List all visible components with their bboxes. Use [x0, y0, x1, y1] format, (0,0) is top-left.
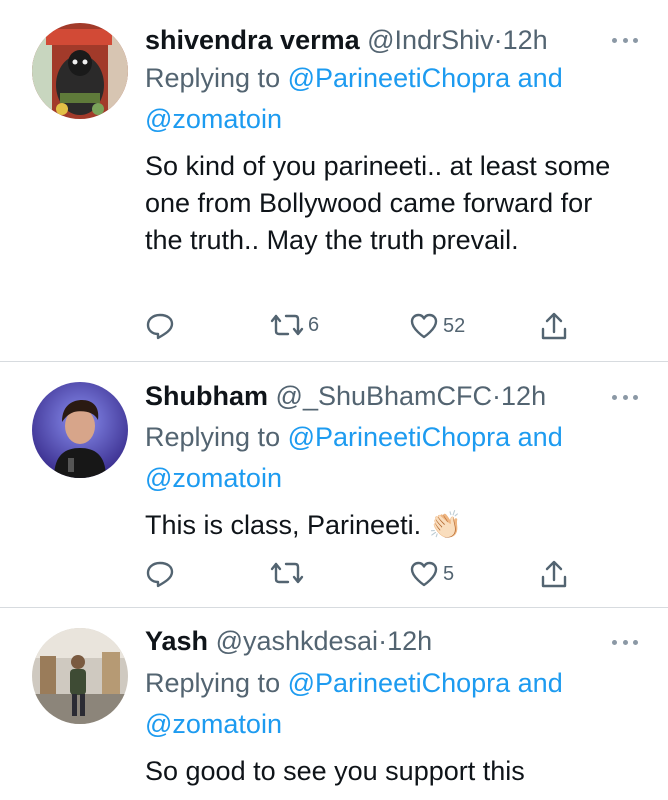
replying-to: Replying to @ParineetiChopra and @zomato… — [145, 58, 628, 140]
mention-link[interactable]: @ParineetiChopra — [288, 63, 511, 93]
user-handle[interactable]: @yashkdesai — [216, 626, 379, 656]
like-count: 5 — [443, 562, 455, 585]
like-button[interactable]: 5 — [409, 560, 454, 588]
mention-conjunction: and — [517, 422, 563, 452]
retweet-button[interactable] — [270, 560, 308, 586]
tweet-text: So kind of you parineeti.. at least some… — [145, 151, 611, 255]
retweet-count: 6 — [308, 313, 320, 336]
tweet-text: So good to see you support this — [145, 756, 525, 786]
tweet-actions: 6 52 — [145, 312, 585, 342]
clapping-hands-emoji: 👏🏻 — [428, 510, 463, 540]
heart-icon — [409, 560, 439, 588]
tweet-header: Shubham @_ShuBhamCFC·12h — [145, 379, 578, 413]
separator-dot: · — [492, 381, 502, 411]
tweet-card[interactable]: Shubham @_ShuBhamCFC·12h Replying to @Pa… — [0, 362, 668, 608]
like-count: 52 — [443, 314, 466, 337]
reply-icon — [145, 312, 175, 340]
tweet-text: This is class, Parineeti. 👏🏻 — [145, 507, 628, 544]
display-name[interactable]: shivendra verma — [145, 25, 360, 55]
mention-link[interactable]: @zomatoin — [145, 463, 282, 493]
mention-conjunction: and — [517, 668, 563, 698]
reply-icon — [145, 560, 175, 588]
replying-to-label: Replying to — [145, 668, 281, 698]
separator-dot: · — [378, 626, 388, 656]
tweet-header: Yash @yashkdesai·12h — [145, 624, 578, 658]
mention-link[interactable]: @ParineetiChopra — [288, 422, 511, 452]
timestamp[interactable]: 12h — [501, 381, 546, 411]
display-name[interactable]: Shubham — [145, 381, 268, 411]
retweet-icon — [270, 560, 304, 586]
tweet-card[interactable]: shivendra verma @IndrShiv·12h Replying t… — [0, 0, 668, 362]
share-button[interactable] — [539, 560, 569, 590]
replying-to-label: Replying to — [145, 422, 281, 452]
more-icon[interactable] — [612, 35, 638, 45]
tweet-actions: 5 — [145, 560, 585, 590]
display-name[interactable]: Yash — [145, 626, 208, 656]
timestamp[interactable]: 12h — [503, 25, 548, 55]
replying-to: Replying to @ParineetiChopra and @zomato… — [145, 663, 628, 745]
retweet-button[interactable]: 6 — [270, 312, 319, 338]
like-button[interactable]: 52 — [409, 312, 465, 340]
reply-button[interactable] — [145, 560, 175, 588]
heart-icon — [409, 312, 439, 340]
mention-link[interactable]: @ParineetiChopra — [288, 668, 511, 698]
timestamp[interactable]: 12h — [387, 626, 432, 656]
avatar[interactable] — [32, 382, 128, 478]
replying-to: Replying to @ParineetiChopra and @zomato… — [145, 417, 628, 499]
avatar[interactable] — [32, 628, 128, 724]
tweet-text-content: This is class, Parineeti. — [145, 510, 422, 540]
tweet-header: shivendra verma @IndrShiv·12h — [145, 23, 578, 57]
mention-link[interactable]: @zomatoin — [145, 104, 282, 134]
user-handle[interactable]: @IndrShiv — [367, 25, 493, 55]
share-button[interactable] — [539, 312, 569, 342]
replying-to-label: Replying to — [145, 63, 281, 93]
share-icon — [539, 560, 569, 590]
more-icon[interactable] — [612, 637, 638, 647]
separator-dot: · — [493, 25, 503, 55]
mention-conjunction: and — [517, 63, 563, 93]
avatar[interactable] — [32, 23, 128, 119]
retweet-icon — [270, 312, 304, 338]
user-handle[interactable]: @_ShuBhamCFC — [276, 381, 493, 411]
tweet-card[interactable]: Yash @yashkdesai·12h Replying to @Parine… — [0, 608, 668, 800]
more-icon[interactable] — [612, 392, 638, 402]
reply-button[interactable] — [145, 312, 175, 340]
mention-link[interactable]: @zomatoin — [145, 709, 282, 739]
share-icon — [539, 312, 569, 342]
